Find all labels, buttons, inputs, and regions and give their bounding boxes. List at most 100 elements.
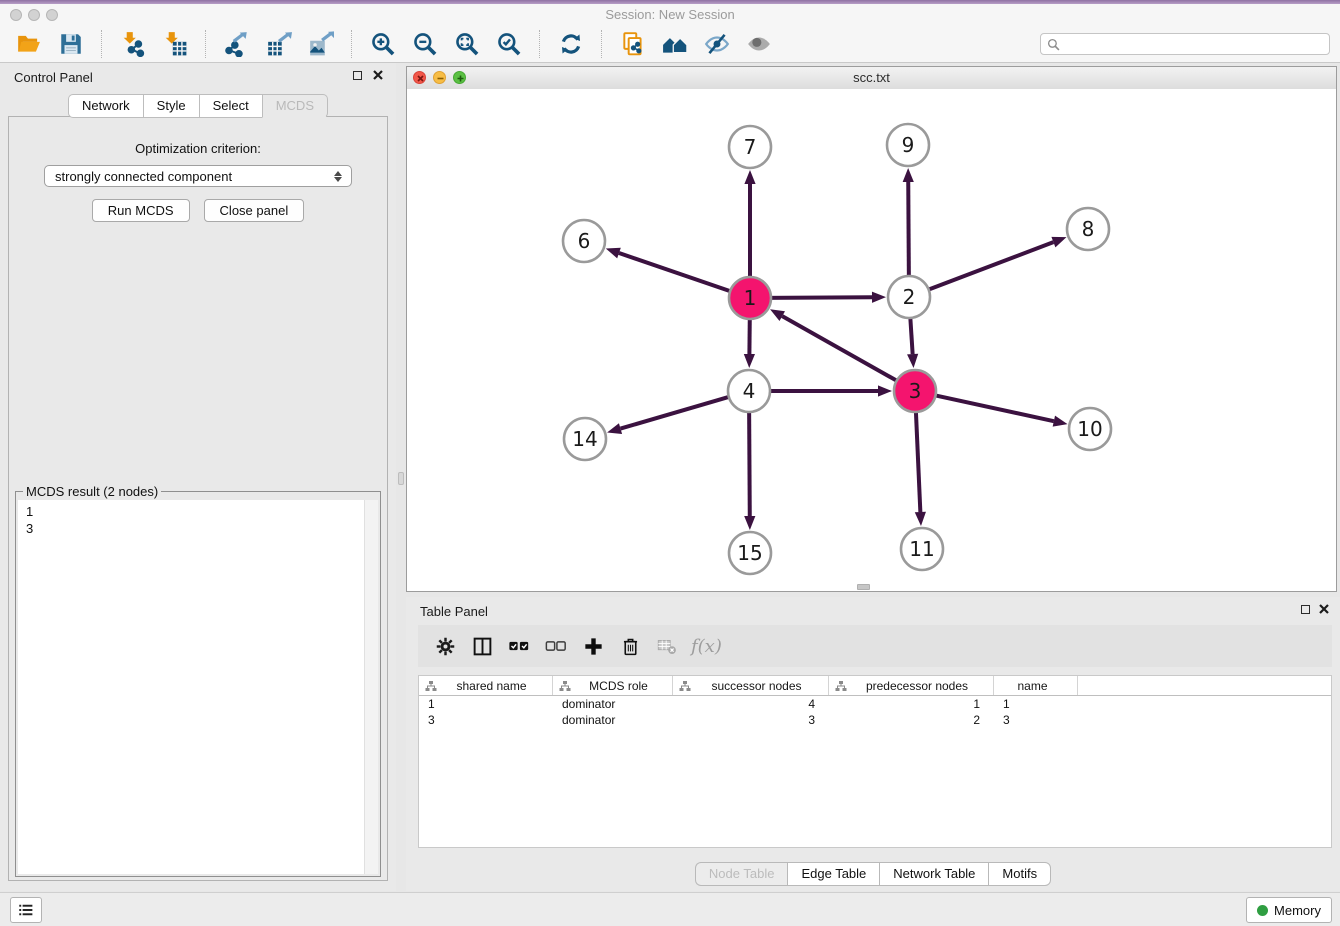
memory-label: Memory xyxy=(1274,903,1321,918)
graph-edge-4-14[interactable] xyxy=(621,396,732,429)
import-table-icon[interactable] xyxy=(158,29,192,59)
export-table-icon[interactable] xyxy=(262,29,296,59)
result-scrollbar[interactable] xyxy=(364,500,378,874)
deselect-all-columns-icon[interactable] xyxy=(541,633,571,659)
tab-node-table[interactable]: Node Table xyxy=(695,862,788,886)
zoom-in-icon[interactable] xyxy=(366,29,400,59)
task-history-button[interactable] xyxy=(10,897,42,923)
export-image-icon[interactable] xyxy=(304,29,338,59)
memory-button[interactable]: Memory xyxy=(1246,897,1332,923)
show-view-icon[interactable] xyxy=(742,29,776,59)
memory-status-icon xyxy=(1257,905,1268,916)
graph-edge-2-3[interactable] xyxy=(910,315,912,354)
zoom-out-icon[interactable] xyxy=(408,29,442,59)
column-header-successor-nodes[interactable]: successor nodes xyxy=(673,676,829,695)
graph-edge-4-15[interactable] xyxy=(749,409,750,516)
select-stepper-icon xyxy=(329,171,351,182)
network-window-titlebar[interactable]: scc.txt xyxy=(407,67,1336,90)
graph-edge-arrowhead xyxy=(770,309,785,321)
table-row[interactable]: 3dominator323 xyxy=(419,712,1331,728)
control-panel: Control Panel NetworkStyleSelectMCDS Opt… xyxy=(0,63,396,891)
import-network-icon[interactable] xyxy=(116,29,150,59)
graph-edge-2-8[interactable] xyxy=(926,242,1054,290)
canvas-resize-grip[interactable] xyxy=(857,584,870,590)
optimization-criterion-select[interactable]: strongly connected component xyxy=(44,165,352,187)
tab-mcds[interactable]: MCDS xyxy=(262,94,328,118)
run-mcds-button[interactable]: Run MCDS xyxy=(92,199,190,222)
graph-edge-arrowhead xyxy=(907,354,918,368)
table-settings-gear-icon[interactable] xyxy=(430,633,460,659)
table-panel-tabs: Node TableEdge TableNetwork TableMotifs xyxy=(406,862,1340,886)
close-panel-button[interactable]: Close panel xyxy=(204,199,305,222)
cell-successor-nodes[interactable]: 4 xyxy=(673,697,829,711)
column-tree-icon xyxy=(425,680,437,692)
graph-node-label: 11 xyxy=(909,537,934,561)
cell-mcds-role[interactable]: dominator xyxy=(553,697,673,711)
table-panel: Table Panel f(x) shared nameMCDS rolesu xyxy=(406,597,1340,891)
network-graph[interactable]: 7968124314101511 xyxy=(407,89,1336,591)
table-header-row: shared nameMCDS rolesuccessor nodesprede… xyxy=(419,676,1331,696)
graph-edge-arrowhead xyxy=(744,170,755,184)
home-icon[interactable] xyxy=(658,29,692,59)
graph-edge-1-2[interactable] xyxy=(768,297,872,298)
graph-edge-3-1[interactable] xyxy=(782,316,899,382)
cell-predecessor-nodes[interactable]: 2 xyxy=(829,713,994,727)
search-field[interactable] xyxy=(1064,34,1329,54)
graph-edge-3-10[interactable] xyxy=(933,395,1054,421)
function-builder-icon: f(x) xyxy=(691,636,722,657)
column-header-shared-name[interactable]: shared name xyxy=(419,676,553,695)
cell-shared-name[interactable]: 3 xyxy=(419,713,553,727)
app-titlebar: Session: New Session xyxy=(0,4,1340,26)
tab-motifs[interactable]: Motifs xyxy=(988,862,1051,886)
close-panel-icon[interactable] xyxy=(372,69,384,81)
toolbar-separator xyxy=(351,30,353,58)
column-header-name[interactable]: name xyxy=(994,676,1078,695)
float-panel-icon[interactable] xyxy=(1301,605,1310,614)
cell-predecessor-nodes[interactable]: 1 xyxy=(829,697,994,711)
control-panel-tabs: NetworkStyleSelectMCDS xyxy=(0,94,396,118)
tab-select[interactable]: Select xyxy=(199,94,262,118)
tab-style[interactable]: Style xyxy=(143,94,199,118)
cell-shared-name[interactable]: 1 xyxy=(419,697,553,711)
zoom-fit-icon[interactable] xyxy=(450,29,484,59)
graph-edge-arrowhead xyxy=(606,248,621,259)
refresh-icon[interactable] xyxy=(554,29,588,59)
hide-view-icon[interactable] xyxy=(700,29,734,59)
column-tree-icon xyxy=(679,680,691,692)
search-input[interactable] xyxy=(1040,33,1330,55)
network-canvas[interactable]: 7968124314101511 xyxy=(407,89,1336,591)
graph-edge-arrowhead xyxy=(744,516,755,530)
network-window-title: scc.txt xyxy=(407,70,1336,85)
save-icon[interactable] xyxy=(54,29,88,59)
graph-node-label: 2 xyxy=(903,285,916,309)
tab-network-table[interactable]: Network Table xyxy=(879,862,988,886)
column-header-predecessor-nodes[interactable]: predecessor nodes xyxy=(829,676,994,695)
float-panel-icon[interactable] xyxy=(353,71,362,80)
toolbar-separator xyxy=(205,30,207,58)
cell-name[interactable]: 3 xyxy=(994,713,1078,727)
copy-view-icon[interactable] xyxy=(616,29,650,59)
cell-successor-nodes[interactable]: 3 xyxy=(673,713,829,727)
tab-network[interactable]: Network xyxy=(68,94,143,118)
optimization-criterion-label: Optimization criterion: xyxy=(9,141,387,156)
select-all-columns-icon[interactable] xyxy=(504,633,534,659)
graph-edge-2-9[interactable] xyxy=(908,182,909,279)
graph-edge-arrowhead xyxy=(607,423,622,434)
cell-mcds-role[interactable]: dominator xyxy=(553,713,673,727)
graph-edge-1-6[interactable] xyxy=(619,253,733,292)
graph-edge-3-11[interactable] xyxy=(916,409,921,512)
splitter-grip[interactable] xyxy=(398,472,404,485)
column-layout-icon[interactable] xyxy=(467,633,497,659)
column-header-mcds-role[interactable]: MCDS role xyxy=(553,676,673,695)
delete-column-icon[interactable] xyxy=(615,633,645,659)
mcds-result-lines[interactable]: 13 xyxy=(18,500,364,874)
close-panel-icon[interactable] xyxy=(1318,603,1330,615)
tab-edge-table[interactable]: Edge Table xyxy=(787,862,879,886)
table-row[interactable]: 1dominator411 xyxy=(419,696,1331,712)
export-network-icon[interactable] xyxy=(220,29,254,59)
column-tree-icon xyxy=(835,680,847,692)
zoom-selected-icon[interactable] xyxy=(492,29,526,59)
open-folder-icon[interactable] xyxy=(12,29,46,59)
cell-name[interactable]: 1 xyxy=(994,697,1078,711)
add-column-icon[interactable] xyxy=(578,633,608,659)
